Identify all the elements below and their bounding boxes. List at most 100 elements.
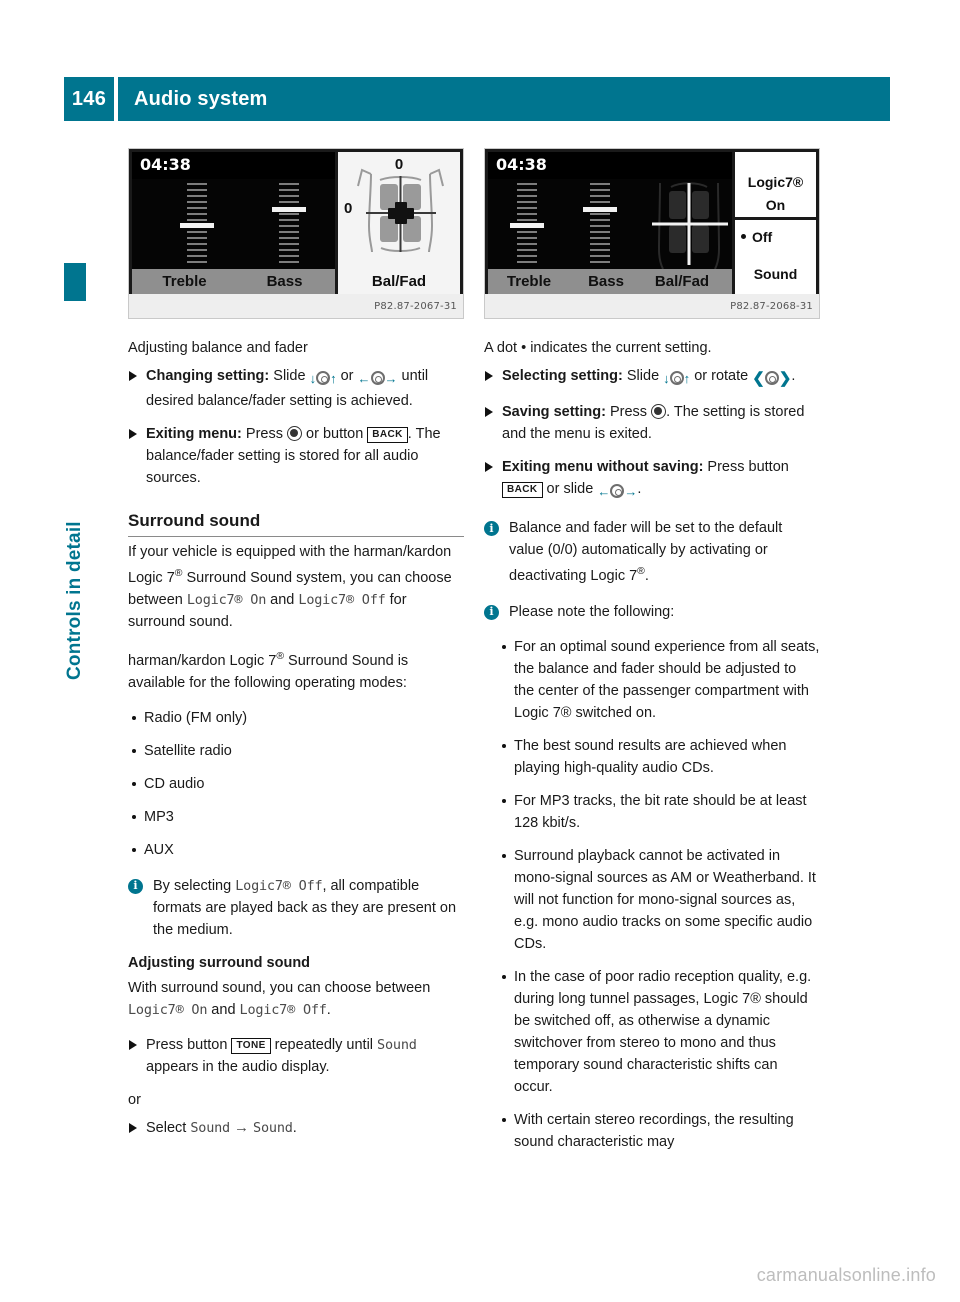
treble-slider	[510, 183, 544, 267]
display-clock: 04:38	[132, 152, 335, 179]
step-triangle-icon	[129, 1039, 137, 1050]
step-label: Saving setting:	[502, 404, 606, 420]
para3-a: With surround sound, you can choose betw…	[128, 979, 431, 996]
display-string-sound-2: Sound	[253, 1119, 293, 1136]
list-item: AUX	[128, 839, 464, 861]
popup-item-sound[interactable]: Sound	[735, 253, 816, 294]
or-label: or	[128, 1091, 141, 1108]
step-label: Exiting menu:	[146, 426, 242, 442]
balfad-label: Bal/Fad	[338, 269, 460, 294]
step-text-a: Press	[241, 426, 287, 442]
registered-mark: ®	[637, 566, 645, 577]
slide-horizontal-icon: ← →	[357, 371, 398, 386]
info-icon: i	[484, 521, 499, 536]
press-controller-icon	[651, 404, 667, 419]
step-triangle-icon	[485, 407, 493, 417]
info-icon: i	[128, 878, 143, 894]
display-string-sound: Sound	[190, 1119, 230, 1136]
subheading-adjusting-surround-sound: Adjusting surround sound	[128, 954, 311, 971]
bass-slider	[272, 183, 306, 267]
step-triangle-icon	[129, 1122, 137, 1133]
note1-b: .	[644, 567, 649, 584]
step-exiting-menu: Exiting menu: Press or button BACK. The …	[128, 423, 464, 489]
paragraph-operating-modes: harman/kardon Logic 7® Surround Sound is…	[128, 646, 464, 694]
paragraph-surround-intro: If your vehicle is equipped with the har…	[128, 541, 464, 633]
popup-heading: Logic7®	[747, 174, 804, 190]
treble-slider	[180, 183, 214, 267]
list-item: Satellite radio	[128, 740, 464, 762]
note-text-a: By selecting	[153, 877, 236, 894]
balfad-label: Bal/Fad	[654, 273, 710, 290]
display-main-area: 04:38 Treble Bass Bal/Fad	[488, 152, 732, 294]
para1-c: and	[266, 591, 299, 608]
comand-display-logic7: 04:38 Treble Bass Bal/Fad Logic7® On Off…	[485, 149, 819, 294]
cabin-seats-icon	[652, 182, 728, 269]
info-note-logic7-off: i By selecting Logic7® Off, all compatibl…	[128, 875, 464, 941]
treble-label: Treble	[162, 273, 207, 290]
selected-dot-icon	[741, 234, 746, 239]
display-string-logic7-on: Logic7® On	[186, 591, 267, 608]
display-string-logic7-on: Logic7® On	[128, 1001, 208, 1018]
display-string-sound: Sound	[377, 1036, 417, 1053]
popup-item-on[interactable]: On	[735, 192, 816, 220]
tone-sliders	[488, 179, 732, 269]
page-header: 146 Audio system	[64, 77, 890, 121]
step-changing-setting: Changing setting: Slide ↓ ↑ or ← → until d…	[128, 365, 464, 412]
info-icon: i	[484, 604, 499, 620]
step-text-b: or rotate	[690, 368, 753, 384]
back-button[interactable]: BACK	[502, 482, 543, 498]
info-note-default-value: i Balance and fader will be set to the de…	[484, 517, 820, 587]
step-triangle-icon	[129, 429, 137, 439]
list-item: With certain stereo recordings, the resu…	[484, 1109, 820, 1153]
slide-vertical-icon: ↓ ↑	[663, 371, 691, 386]
chapter-marker-square	[64, 263, 86, 301]
figure-balance-fader: 04:38 Treble Bass 0 0 Bal/Fad P82.87-206…	[128, 148, 464, 319]
list-item: Surround playback cannot be activated in…	[484, 845, 820, 955]
press-controller-icon	[287, 426, 302, 441]
popup-item-off[interactable]: Off	[735, 220, 816, 253]
step-text-b: .	[292, 1119, 297, 1136]
step-triangle-icon	[485, 462, 493, 472]
treble-label: Treble	[506, 273, 552, 290]
back-button[interactable]: BACK	[367, 427, 408, 443]
please-note-bullet-list: For an optimal sound experience from all…	[484, 636, 820, 1153]
list-item: In the case of poor radio reception qual…	[484, 966, 820, 1098]
display-string-logic7-off: Logic7® Off	[239, 1001, 327, 1018]
step-label: Selecting setting:	[502, 368, 623, 384]
step-text-b: or slide	[542, 481, 598, 497]
tone-sliders	[132, 179, 335, 269]
step-select-sound: Select Sound → Sound.	[128, 1117, 464, 1139]
step-selecting-setting: Selecting setting: Slide ↓ ↑ or rotate ❮ ❯…	[484, 365, 820, 390]
slide-horizontal-icon: ← →	[597, 484, 638, 499]
list-item: MP3	[128, 806, 464, 828]
info-note-please-note: i Please note the following:	[484, 601, 820, 623]
list-item: CD audio	[128, 773, 464, 795]
list-item: Radio (FM only)	[128, 707, 464, 729]
bass-label: Bass	[266, 273, 303, 290]
step-text-a: Slide	[269, 368, 310, 384]
step-text-c: appears in the audio display.	[146, 1058, 330, 1075]
step-press-tone-button: Press button TONE repeatedly until Sound…	[128, 1034, 464, 1078]
arrow-right-icon: →	[234, 1118, 250, 1136]
step-text-b: or button	[302, 426, 368, 442]
treble-knob	[510, 223, 544, 228]
page-title: Audio system	[118, 77, 890, 121]
step-text-b: or	[336, 368, 358, 384]
registered-mark: ®	[276, 650, 285, 662]
bass-ticks	[590, 183, 610, 267]
intro-b: indicates the current setting.	[526, 340, 712, 356]
tone-button[interactable]: TONE	[231, 1037, 271, 1054]
display-string-logic7-off: Logic7® Off	[298, 591, 386, 608]
operating-modes-list: Radio (FM only) Satellite radio CD audio…	[128, 707, 464, 861]
list-item: For MP3 tracks, the bit rate should be a…	[484, 790, 820, 834]
step-triangle-icon	[129, 371, 137, 381]
balance-fader-panel: 0 0 Bal/Fad	[335, 152, 460, 294]
step-text-a: Slide	[622, 368, 664, 384]
intro-text-balance: Adjusting balance and fader	[128, 340, 308, 356]
para2-a: harman/kardon Logic 7	[128, 652, 277, 669]
note2-text: Please note the following:	[509, 603, 675, 620]
intro-text-dot: A dot • indicates the current setting.	[484, 337, 820, 359]
cabin-seats-icon	[357, 168, 444, 253]
figure-caption: P82.87-2067-31	[129, 294, 463, 318]
bass-slider	[583, 183, 617, 267]
